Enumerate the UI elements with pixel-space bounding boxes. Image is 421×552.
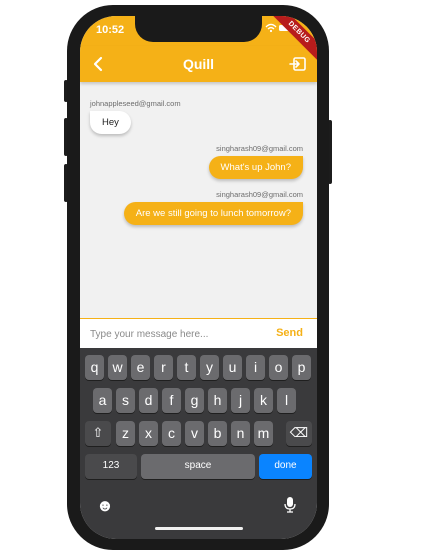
message-item: johnappleseed@gmail.com Hey: [90, 99, 181, 134]
message-item: singharash09@gmail.com Are we still goin…: [123, 190, 303, 225]
key-b[interactable]: b: [208, 421, 227, 446]
key-h[interactable]: h: [208, 388, 227, 413]
message-bubble: Hey: [90, 111, 131, 134]
key-v[interactable]: v: [185, 421, 204, 446]
key-s[interactable]: s: [116, 388, 135, 413]
key-a[interactable]: a: [93, 388, 112, 413]
key-g[interactable]: g: [185, 388, 204, 413]
key-w[interactable]: w: [108, 355, 127, 380]
message-bubble: What's up John?: [208, 156, 303, 179]
done-key[interactable]: done: [259, 454, 312, 479]
key-u[interactable]: u: [223, 355, 242, 380]
app-bar: Quill: [80, 46, 317, 82]
key-y[interactable]: y: [200, 355, 219, 380]
microphone-icon[interactable]: [283, 496, 297, 517]
numbers-key[interactable]: 123: [85, 454, 137, 479]
status-time: 10:52: [96, 24, 125, 36]
key-m[interactable]: m: [254, 421, 273, 446]
message-sender: singharash09@gmail.com: [216, 190, 303, 199]
key-c[interactable]: c: [162, 421, 181, 446]
chat-list[interactable]: johnappleseed@gmail.com Hey singharash09…: [80, 82, 317, 318]
message-item: singharash09@gmail.com What's up John?: [208, 144, 303, 179]
message-input[interactable]: [90, 325, 250, 343]
space-key[interactable]: space: [141, 454, 255, 479]
key-q[interactable]: q: [85, 355, 104, 380]
notch: [135, 16, 262, 42]
shift-key[interactable]: ⇧: [85, 421, 111, 446]
key-j[interactable]: j: [231, 388, 250, 413]
key-l[interactable]: l: [277, 388, 296, 413]
keyboard: q w e r t y u i o p a s d f g h j k l ⇧ …: [80, 348, 317, 539]
key-k[interactable]: k: [254, 388, 273, 413]
key-o[interactable]: o: [269, 355, 288, 380]
key-p[interactable]: p: [292, 355, 311, 380]
message-composer: Send: [80, 318, 317, 348]
send-button[interactable]: Send: [276, 327, 303, 339]
key-i[interactable]: i: [246, 355, 265, 380]
message-sender: johnappleseed@gmail.com: [90, 99, 181, 108]
key-f[interactable]: f: [162, 388, 181, 413]
key-z[interactable]: z: [116, 421, 135, 446]
key-n[interactable]: n: [231, 421, 250, 446]
phone-screen: 10:52 DEBUG Quill johnappleseed@gmail.co…: [80, 16, 317, 539]
key-d[interactable]: d: [139, 388, 158, 413]
backspace-key[interactable]: ⌫: [286, 421, 312, 446]
key-r[interactable]: r: [154, 355, 173, 380]
key-t[interactable]: t: [177, 355, 196, 380]
message-sender: singharash09@gmail.com: [216, 144, 303, 153]
message-bubble: Are we still going to lunch tomorrow?: [123, 202, 303, 225]
home-indicator: [155, 527, 243, 530]
emoji-icon[interactable]: ☻: [96, 496, 114, 516]
key-x[interactable]: x: [139, 421, 158, 446]
app-title: Quill: [182, 56, 215, 72]
key-e[interactable]: e: [131, 355, 150, 380]
exit-icon[interactable]: [289, 55, 307, 73]
